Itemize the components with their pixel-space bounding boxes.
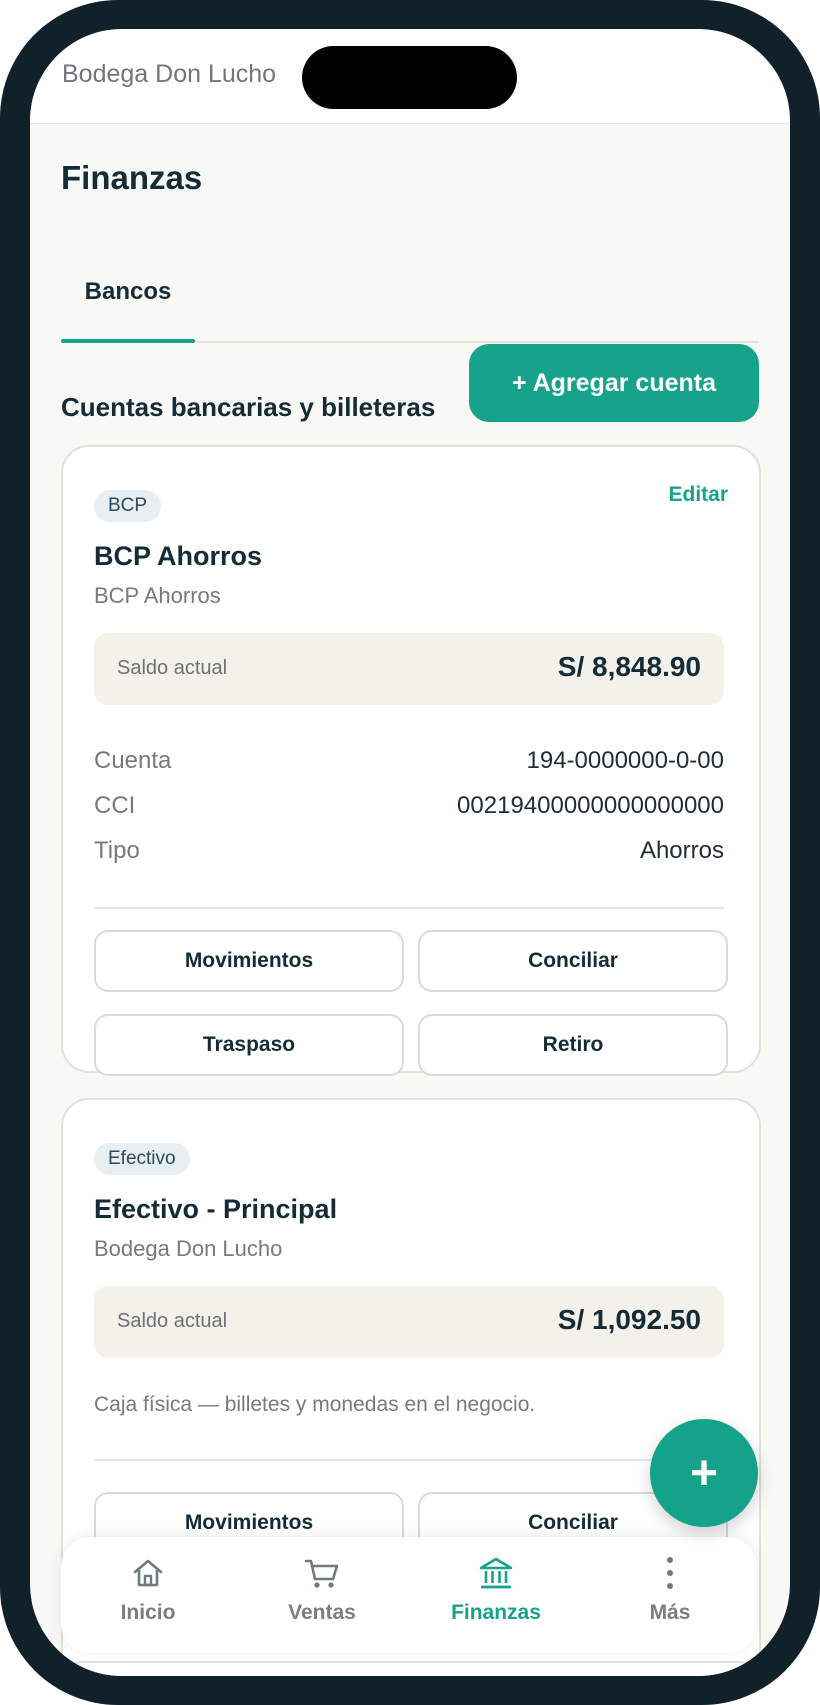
account-name: Efectivo - Principal: [94, 1194, 338, 1224]
next-card-peek: [61, 1661, 761, 1676]
edit-account-link[interactable]: Editar: [668, 483, 728, 507]
bottom-nav: Inicio Ventas Finanzas Más: [61, 1537, 757, 1653]
detail-row-tipo: Tipo Ahorros: [94, 837, 724, 871]
tab-bar: Bancos: [61, 261, 759, 343]
active-tab-indicator: [61, 339, 195, 343]
account-card-bcp: BCP Editar BCP Ahorros BCP Ahorros Saldo…: [61, 445, 761, 1076]
detail-value: 00219400000000000000: [457, 792, 724, 819]
balance-label: Saldo actual: [117, 657, 228, 679]
account-name: BCP Ahorros: [94, 541, 263, 571]
withdraw-button[interactable]: Retiro: [418, 1014, 728, 1076]
detail-value: Ahorros: [639, 837, 724, 864]
tab-label: Bancos: [84, 278, 172, 305]
phone-frame: Bodega Don Lucho Finanzas Bancos Cuentas…: [0, 0, 820, 1705]
balance-value: S/ 1,092.50: [557, 1304, 701, 1335]
nav-label: Finanzas: [451, 1601, 541, 1624]
bank-icon: [479, 1557, 513, 1589]
nav-label: Más: [649, 1601, 691, 1624]
balance-box: Saldo actual S/ 8,848.90: [94, 633, 724, 705]
cart-icon: [304, 1559, 339, 1588]
nav-label: Inicio: [120, 1601, 176, 1624]
movements-button[interactable]: Movimientos: [94, 930, 404, 992]
balance-label: Saldo actual: [117, 1310, 228, 1332]
app-screen: Bodega Don Lucho Finanzas Bancos Cuentas…: [30, 29, 790, 1676]
balance-value: S/ 8,848.90: [557, 651, 701, 682]
detail-value: 194-0000000-0-00: [526, 747, 725, 774]
section-title: Cuentas bancarias y billeteras: [61, 392, 436, 422]
divider: [94, 1459, 724, 1461]
add-fab-button[interactable]: +: [650, 1419, 758, 1527]
detail-label: Cuenta: [94, 747, 172, 774]
nav-item-finanzas[interactable]: Finanzas: [409, 1555, 583, 1641]
detail-label: Tipo: [94, 837, 140, 864]
nav-item-mas[interactable]: Más: [583, 1555, 757, 1641]
nav-label: Ventas: [288, 1601, 356, 1624]
reconcile-button[interactable]: Conciliar: [418, 930, 728, 992]
status-bar: Bodega Don Lucho: [30, 29, 790, 124]
page-title: Finanzas: [61, 159, 203, 196]
dynamic-island: [302, 46, 517, 109]
detail-label: CCI: [94, 792, 136, 819]
more-vertical-icon: [667, 1557, 673, 1589]
account-type-badge: Efectivo: [94, 1143, 190, 1175]
bank-badge: BCP: [94, 490, 162, 522]
account-subtitle: BCP Ahorros: [94, 583, 221, 608]
nav-item-ventas[interactable]: Ventas: [235, 1555, 409, 1641]
add-account-button[interactable]: + Agregar cuenta: [469, 344, 759, 422]
transfer-button[interactable]: Traspaso: [94, 1014, 404, 1076]
tab-bancos[interactable]: Bancos: [61, 261, 195, 343]
balance-box: Saldo actual S/ 1,092.50: [94, 1286, 724, 1358]
nav-item-inicio[interactable]: Inicio: [61, 1555, 235, 1641]
store-name: Bodega Don Lucho: [62, 60, 277, 88]
detail-row-cuenta: Cuenta 194-0000000-0-00: [94, 747, 724, 781]
account-subtitle: Bodega Don Lucho: [94, 1236, 283, 1261]
divider: [94, 907, 724, 909]
account-note: Caja física — billetes y monedas en el n…: [94, 1393, 536, 1416]
detail-row-cci: CCI 00219400000000000000: [94, 792, 724, 826]
home-icon: [133, 1559, 163, 1587]
